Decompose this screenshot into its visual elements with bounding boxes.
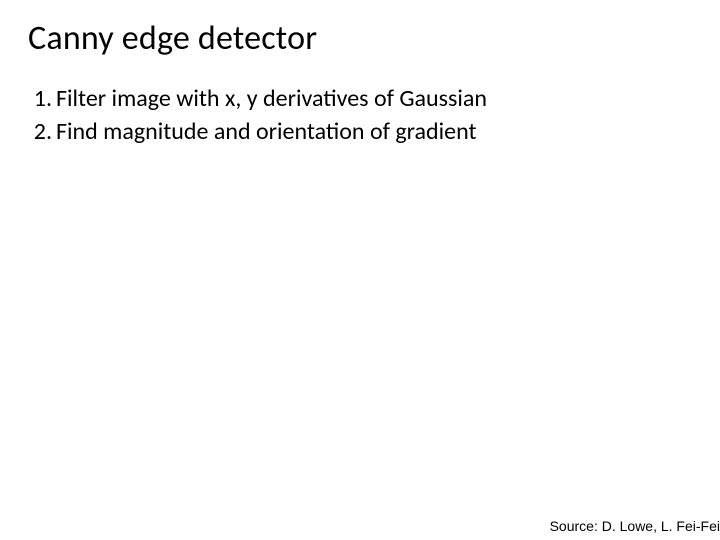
slide: Canny edge detector Filter image with x,… bbox=[0, 0, 720, 540]
source-attribution: Source: D. Lowe, L. Fei-Fei bbox=[550, 518, 720, 534]
list-item: Filter image with x, y derivatives of Ga… bbox=[56, 83, 692, 114]
steps-list: Filter image with x, y derivatives of Ga… bbox=[28, 83, 692, 147]
list-item: Find magnitude and orientation of gradie… bbox=[56, 116, 692, 147]
slide-title: Canny edge detector bbox=[28, 18, 692, 59]
